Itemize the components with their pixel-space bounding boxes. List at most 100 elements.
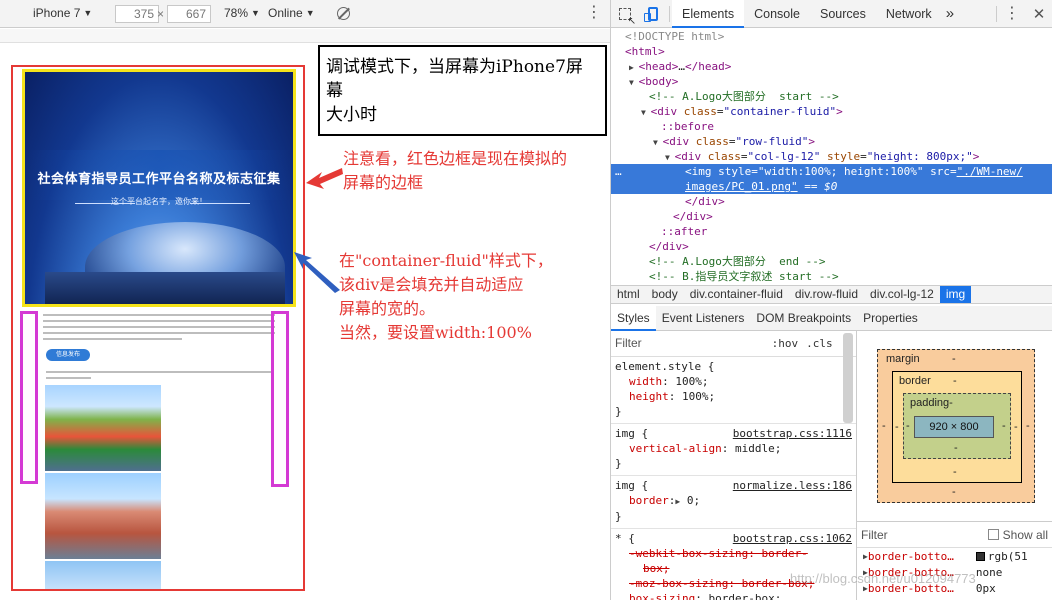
hover-state-toggle[interactable]: :hov — [772, 336, 799, 351]
style-property[interactable]: vertical-align: middle; — [615, 441, 852, 456]
tab-network[interactable]: Network — [876, 0, 942, 28]
show-all-checkbox[interactable] — [987, 529, 999, 540]
attr-value: "col-lg-12" — [747, 150, 821, 163]
annotation-red-frame: 注意看，红色边框是现在模拟的 屏幕的边框 — [343, 147, 609, 195]
breadcrumb-img[interactable]: img — [939, 286, 972, 303]
img-src-link-cont[interactable]: images/PC_01.png" — [685, 180, 798, 193]
tab-console[interactable]: Console — [744, 0, 810, 28]
dom-line-img-selected-cont[interactable]: images/PC_01.png" == $0 — [611, 179, 1052, 194]
box-model-content-size[interactable]: 920 × 800 — [914, 416, 994, 438]
breadcrumb-col-lg-12[interactable]: div.col-lg-12 — [864, 286, 940, 303]
border-bottom-value[interactable]: - — [953, 466, 957, 478]
device-width-input[interactable]: 375 — [115, 5, 159, 23]
annotation-red1-line-1: 注意看，红色边框是现在模拟的 — [343, 149, 568, 168]
collapse-triangle-icon[interactable]: ▼ — [653, 138, 663, 147]
collapse-triangle-icon[interactable]: ▼ — [629, 78, 639, 87]
tab-sources[interactable]: Sources — [810, 0, 876, 28]
style-property[interactable]: width: 100%; — [615, 374, 852, 389]
breadcrumb-html[interactable]: html — [611, 286, 646, 303]
border-left-value[interactable]: - — [895, 421, 899, 433]
stadium-base-illustration — [45, 272, 285, 304]
style-property[interactable]: border:▶ 0; — [615, 493, 852, 509]
device-height-input[interactable]: 667 — [167, 5, 211, 23]
head-close-tag: head — [698, 60, 725, 73]
rule-source-link[interactable]: normalize.less:186 — [733, 478, 852, 493]
padding-bottom-value[interactable]: - — [954, 442, 958, 454]
zoom-selector[interactable]: 78% ▼ — [224, 6, 260, 20]
box-model-border[interactable]: border - - - - padding- - - - 920 × 800 — [892, 371, 1022, 483]
tab-dom-breakpoints[interactable]: DOM Breakpoints — [750, 306, 857, 331]
tab-elements[interactable]: Elements — [672, 0, 745, 28]
dom-line-comment[interactable]: <!-- A.Logo大图部分 end --> — [611, 254, 1052, 269]
breadcrumb-row-fluid[interactable]: div.row-fluid — [789, 286, 864, 303]
device-selector[interactable]: iPhone 7 ▼ — [33, 6, 92, 20]
class-toggle[interactable]: .cls — [806, 336, 833, 351]
style-rule-universal: * {bootstrap.css:1062 -webkit-box-sizing… — [611, 529, 856, 600]
padding-right-value[interactable]: - — [1002, 420, 1006, 432]
rule-source-link[interactable]: bootstrap.css:1062 — [733, 531, 852, 546]
style-property[interactable]: box-sizing: border-box; — [615, 591, 852, 600]
more-tabs-icon[interactable]: » — [942, 0, 958, 28]
img-src-link[interactable]: "./WM-new/ — [957, 165, 1023, 178]
body-tag: body — [645, 75, 672, 88]
margin-left-value[interactable]: - — [882, 420, 886, 432]
dom-line-after[interactable]: ::after — [611, 224, 1052, 239]
dom-line-head[interactable]: ▶ <head>…</head> — [611, 59, 1052, 74]
text-line — [43, 320, 275, 322]
margin-label: margin — [886, 353, 920, 365]
dom-line-container-fluid[interactable]: ▼ <div class="container-fluid"> — [611, 104, 1052, 119]
dom-line-img-selected[interactable]: … <img style="width:100%; height:100%" sr… — [611, 164, 1052, 179]
styles-scrollbar[interactable] — [843, 333, 853, 423]
dom-line-before[interactable]: ::before — [611, 119, 1052, 134]
dom-line-doctype[interactable]: <!DOCTYPE html> — [611, 29, 1052, 44]
expand-triangle-icon[interactable]: ▶ — [675, 497, 680, 506]
network-throttle-selector[interactable]: Online ▼ — [268, 6, 315, 20]
text-line — [46, 371, 271, 373]
inspect-element-icon[interactable] — [611, 0, 639, 28]
color-swatch-icon[interactable] — [975, 551, 985, 561]
div-close-tag: div — [698, 195, 719, 208]
padding-highlight-left — [20, 311, 38, 484]
breadcrumb-body[interactable]: body — [646, 286, 684, 303]
dom-line-col-lg-12[interactable]: ▼ <div class="col-lg-12" style="height: … — [611, 149, 1052, 164]
rule-source-link[interactable]: bootstrap.css:1116 — [733, 426, 852, 441]
margin-top-value[interactable]: - — [952, 353, 956, 365]
tab-styles[interactable]: Styles — [611, 305, 656, 331]
dom-line-div-close[interactable]: </div> — [611, 194, 1052, 209]
rule-selector: img { — [615, 427, 649, 440]
margin-bottom-value[interactable]: - — [952, 486, 956, 498]
style-property[interactable]: height: 100%; — [615, 389, 852, 404]
box-model-margin[interactable]: margin - - - - border - - - - padding- -… — [877, 349, 1035, 503]
join-button[interactable]: 信息发布 — [46, 349, 90, 361]
dom-line-div-close[interactable]: </div> — [611, 209, 1052, 224]
dom-line-div-close[interactable]: </div> — [611, 239, 1052, 254]
rotate-icon[interactable] — [337, 7, 350, 20]
dom-line-row-fluid[interactable]: ▼ <div class="row-fluid"> — [611, 134, 1052, 149]
expand-triangle-icon[interactable]: ▶ — [629, 63, 639, 72]
margin-right-value[interactable]: - — [1026, 420, 1030, 432]
computed-filter-bar: Filter Show all — [857, 522, 1052, 548]
attr-name: src — [930, 165, 950, 178]
dom-line-comment[interactable]: <!-- B.指导员文字叙述 start --> — [611, 269, 1052, 284]
box-model-padding[interactable]: padding- - - - 920 × 800 — [903, 393, 1011, 459]
tab-properties[interactable]: Properties — [857, 306, 924, 331]
border-right-value[interactable]: - — [1014, 421, 1018, 433]
styles-filter-input[interactable]: Filter — [615, 336, 642, 351]
devtools-menu-icon[interactable]: ⋮ — [999, 5, 1025, 22]
border-top-value[interactable]: - — [953, 375, 957, 387]
more-options-icon[interactable]: ⋮ — [586, 5, 602, 21]
tab-event-listeners[interactable]: Event Listeners — [656, 306, 751, 331]
overridden-property[interactable]: -webkit-box-sizing: border- — [615, 546, 852, 561]
padding-left-value[interactable]: - — [906, 420, 910, 432]
device-toggle-icon[interactable] — [639, 0, 667, 28]
collapse-triangle-icon[interactable]: ▼ — [641, 108, 651, 117]
dom-line-html[interactable]: <html> — [611, 44, 1052, 59]
ellipsis-icon: … — [615, 165, 622, 178]
collapse-triangle-icon[interactable]: ▼ — [665, 153, 675, 162]
computed-filter-input[interactable]: Filter — [861, 528, 888, 542]
dom-line-comment[interactable]: <!-- A.Logo大图部分 start --> — [611, 89, 1052, 104]
computed-row[interactable]: ▶ border-botto… rgb(51 — [857, 548, 1052, 564]
close-icon[interactable]: ✕ — [1025, 0, 1052, 28]
dom-line-body[interactable]: ▼ <body> — [611, 74, 1052, 89]
breadcrumb-container-fluid[interactable]: div.container-fluid — [684, 286, 789, 303]
